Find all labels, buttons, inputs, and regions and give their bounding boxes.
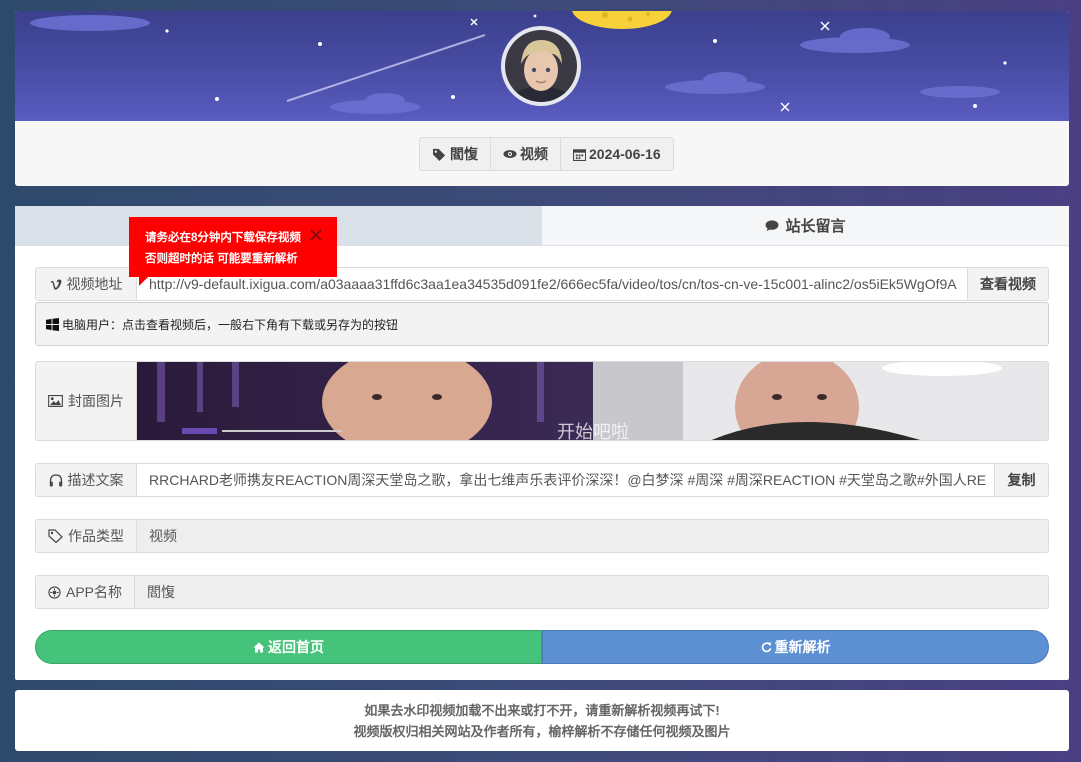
image-icon [48, 395, 63, 407]
meta-author-label: 閻愎 [450, 146, 478, 162]
meta-date-label: 2024-06-16 [589, 146, 661, 162]
headphones-icon [49, 473, 62, 486]
download-warning-tooltip: 请务必在8分钟内下载保存视频 否则超时的话 可能要重新解析 [129, 217, 337, 286]
cover-image-label-box: 封面图片 [36, 362, 137, 440]
work-type-field[interactable]: 视频 [137, 520, 1048, 552]
meta-date[interactable]: 2024-06-16 [561, 138, 673, 170]
app-name-row: APP名称 閻愎 [35, 575, 1049, 609]
parse-result-panel: 站长留言 请务必在8分钟内下载保存视频 否则超时的话 可能要重新解析 视频地址 … [15, 206, 1069, 680]
cover-image-label: 封面图片 [68, 393, 124, 409]
meta-type[interactable]: 视频 [491, 138, 561, 170]
calendar-icon [573, 148, 586, 161]
cover-image[interactable]: 开始吧啦 [137, 362, 1048, 440]
eye-icon [503, 150, 517, 158]
meta-author[interactable]: 閻愎 [420, 138, 491, 170]
tab-admin-message-label: 站长留言 [785, 218, 846, 235]
footer-notice: 如果去水印视频加载不出来或打不开，请重新解析视频再试下! 视频版权归相关网站及作… [15, 690, 1069, 751]
work-type-row: 作品类型 视频 [35, 519, 1049, 553]
reparse-label: 重新解析 [774, 639, 831, 655]
description-label: 描述文案 [67, 472, 124, 488]
tags-icon [433, 148, 446, 161]
meta-type-label: 视频 [520, 146, 548, 162]
settings-icon [48, 585, 61, 599]
cover-caption: 开始吧啦 [557, 422, 629, 440]
view-video-button[interactable]: 查看视频 [967, 268, 1048, 300]
home-icon [253, 642, 265, 652]
tooltip-line2: 否则超时的话 可能要重新解析 [145, 253, 298, 265]
app-name-label: APP名称 [65, 584, 122, 600]
tab-admin-message[interactable]: 站长留言 [542, 206, 1069, 246]
footer-line1: 如果去水印视频加载不出来或打不开，请重新解析视频再试下! [364, 702, 720, 718]
close-icon[interactable] [309, 228, 323, 242]
post-meta-bar: 閻愎 视频 2024-06-16 [419, 137, 674, 171]
work-type-label-box: 作品类型 [36, 520, 137, 552]
tag-icon [48, 529, 63, 543]
app-name-label-box: APP名称 [36, 576, 135, 608]
avatar-frame [501, 26, 581, 106]
vimeo-icon [50, 279, 61, 290]
pc-download-notice-text: 电脑用户：点击查看视频后，一般右下角有下载或另存为的按钮 [62, 317, 399, 332]
copy-button[interactable]: 复制 [994, 464, 1048, 496]
comments-icon [766, 219, 779, 231]
video-url-label: 视频地址 [66, 276, 123, 292]
avatar [505, 30, 577, 102]
video-url-label-box: 视频地址 [36, 268, 137, 300]
refresh-icon [761, 642, 771, 653]
work-type-label: 作品类型 [68, 528, 124, 544]
pc-download-notice: 电脑用户：点击查看视频后，一般右下角有下载或另存为的按钮 [35, 302, 1049, 346]
description-field[interactable]: RRCHARD老师携友REACTION周深天堂岛之歌，拿出七维声乐表评价深深！@… [137, 464, 994, 496]
back-home-label: 返回首页 [268, 639, 324, 655]
reparse-button[interactable]: 重新解析 [542, 630, 1049, 664]
description-row: 描述文案 RRCHARD老师携友REACTION周深天堂岛之歌，拿出七维声乐表评… [35, 463, 1049, 497]
app-name-field[interactable]: 閻愎 [135, 576, 1048, 608]
description-label-box: 描述文案 [36, 464, 137, 496]
profile-header: 閻愎 视频 2024-06-16 [15, 11, 1069, 186]
windows-icon [46, 317, 59, 331]
cover-image-row: 封面图片 开始吧啦 [35, 361, 1049, 441]
footer-line2: 视频版权归相关网站及作者所有，榆梓解析不存储任何视频及图片 [353, 723, 731, 739]
back-home-button[interactable]: 返回首页 [35, 630, 542, 664]
